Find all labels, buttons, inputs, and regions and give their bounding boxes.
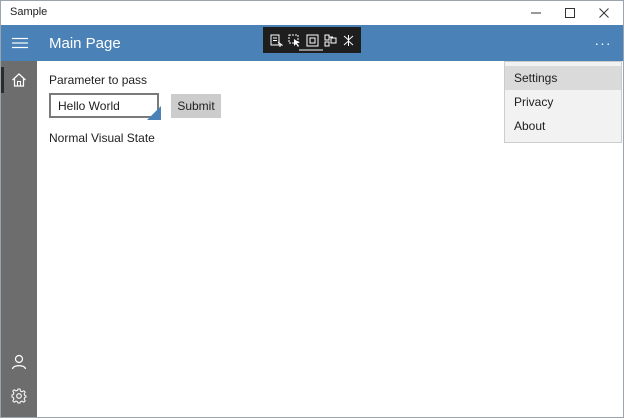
parameter-input[interactable] [49, 93, 159, 118]
close-button[interactable] [587, 1, 621, 25]
window-title: Sample [10, 6, 48, 18]
title-bar[interactable]: Sample [1, 1, 623, 25]
close-icon [599, 8, 609, 18]
overflow-menu: Settings Privacy About [504, 61, 622, 143]
display-layout-adorners-button[interactable] [305, 33, 320, 48]
parameter-label: Parameter to pass [49, 73, 148, 87]
maximize-button[interactable] [553, 1, 587, 25]
settings-icon [11, 388, 27, 404]
menu-item-about[interactable]: About [505, 114, 621, 138]
track-focus-icon [324, 34, 336, 46]
home-icon [12, 73, 26, 87]
nav-item-account[interactable] [1, 345, 37, 379]
nav-item-settings[interactable] [1, 379, 37, 413]
more-icon: ··· [594, 35, 612, 51]
hot-reload-button[interactable] [341, 33, 356, 48]
hot-reload-icon [343, 34, 353, 46]
maximize-icon [565, 8, 575, 18]
more-button[interactable]: ··· [589, 31, 617, 55]
debug-toolbar-grip[interactable] [299, 49, 323, 51]
live-visual-tree-button[interactable] [269, 33, 284, 48]
user-icon [11, 354, 27, 370]
display-layout-adorners-icon [306, 34, 318, 46]
select-element-icon [288, 34, 300, 47]
live-visual-tree-icon [270, 34, 283, 47]
submit-button[interactable]: Submit [171, 94, 221, 118]
track-focus-button[interactable] [323, 33, 338, 48]
nav-pane [1, 61, 37, 417]
select-element-button[interactable] [287, 33, 302, 48]
input-corner-marker [147, 106, 161, 120]
page-title: Main Page [49, 35, 121, 52]
menu-item-settings[interactable]: Settings [505, 66, 621, 90]
nav-item-home[interactable] [1, 63, 37, 97]
app-window: Sample Main Page ··· Parameter to pass H… [0, 0, 624, 418]
hamburger-menu-button[interactable] [5, 25, 35, 61]
hamburger-icon [12, 37, 28, 49]
minimize-icon [531, 12, 541, 14]
menu-item-privacy[interactable]: Privacy [505, 90, 621, 114]
visual-state-text: Normal Visual State [49, 131, 155, 145]
minimize-button[interactable] [519, 1, 553, 25]
